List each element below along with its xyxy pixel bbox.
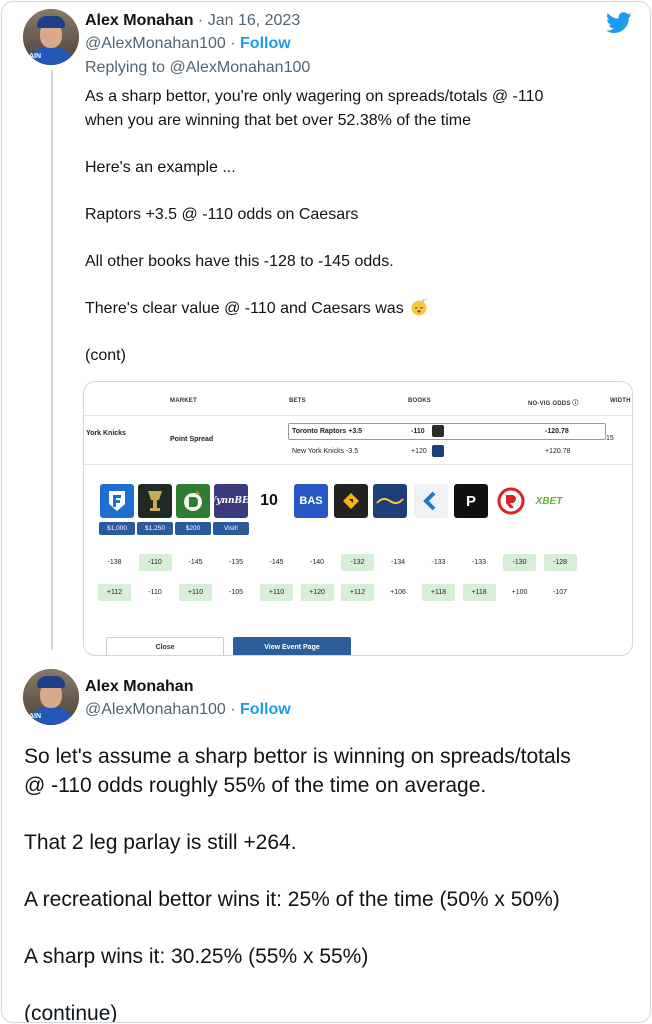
odds-cell[interactable]: -145	[260, 554, 293, 571]
odds-cell[interactable]: -133	[422, 554, 455, 571]
bonus-badge[interactable]: Visit!	[213, 522, 249, 535]
thread-connector-line	[51, 70, 53, 650]
tweet-paragraph: So let's assume a sharp bettor is winnin…	[24, 745, 571, 797]
author-handle[interactable]: @AlexMonahan100	[85, 35, 226, 52]
tweet-paragraph: That 2 leg parlay is still +264.	[24, 831, 297, 854]
bonus-badge[interactable]: $1,000	[99, 522, 135, 535]
header-books: BOOKS	[408, 398, 432, 404]
tweet-paragraph: (continue)	[24, 1002, 118, 1023]
sleeping-face-icon: z z	[411, 297, 427, 315]
author-avatar[interactable]: AIN	[23, 9, 79, 65]
close-button[interactable]: Close	[106, 637, 224, 655]
tweet-paragraph: Here's an example ...	[85, 158, 236, 176]
tweet-paragraph: A sharp wins it: 30.25% (55% x 55%)	[24, 945, 369, 968]
author-avatar[interactable]: AIN	[23, 669, 79, 725]
unibet-icon[interactable]	[414, 484, 448, 518]
odds-cell[interactable]: -138	[98, 554, 131, 571]
draftkings-icon[interactable]	[176, 484, 210, 518]
odds-cell[interactable]: -105	[220, 584, 253, 601]
caesars-mini-icon	[432, 425, 444, 437]
tweet-paragraph: Raptors +3.5 @ -110 odds on Caesars	[85, 205, 359, 223]
separator-dot: ·	[197, 12, 204, 29]
event-name: York Knicks	[86, 430, 126, 437]
betrivers-mini-icon	[432, 445, 444, 457]
bet-odds: +120	[411, 448, 427, 455]
view-event-page-button[interactable]: View Event Page	[233, 637, 351, 655]
tweet-paragraph-with-emoji: There's clear value @ -110 and Caesars w…	[85, 297, 645, 321]
odds-cell[interactable]: -133	[463, 554, 496, 571]
bet-odds: -110	[411, 428, 425, 435]
odds-cell[interactable]: -145	[179, 554, 212, 571]
fanduel-icon[interactable]	[100, 484, 134, 518]
odds-screenshot-card[interactable]: MARKET BETS BOOKS NO-VIG ODDS ⓘ WIDTH Yo…	[83, 381, 633, 656]
odds-cell[interactable]: -132	[341, 554, 374, 571]
odds-cell[interactable]: +112	[341, 584, 374, 601]
odds-cell[interactable]: +118	[422, 584, 455, 601]
bet-novig: -120.78	[545, 428, 569, 435]
header-bets: BETS	[289, 398, 306, 404]
odds-cell[interactable]: -110	[139, 584, 172, 601]
odds-cell[interactable]: -128	[543, 554, 577, 571]
width-value: 15	[606, 435, 614, 442]
bet-novig: +120.78	[545, 448, 571, 455]
replying-to[interactable]: Replying to @AlexMonahan100	[85, 58, 310, 78]
follow-button[interactable]: Follow	[240, 35, 291, 52]
author-handle-row: @AlexMonahan100 · Follow	[85, 699, 291, 721]
follow-button[interactable]: Follow	[240, 701, 291, 718]
separator-dot: ·	[230, 701, 236, 718]
odds-cell[interactable]: +106	[382, 584, 415, 601]
header-novig-odds: NO-VIG ODDS ⓘ	[528, 401, 579, 407]
pointsbet-10-icon[interactable]: 10	[252, 484, 286, 518]
header-divider	[84, 415, 632, 416]
author-handle[interactable]: @AlexMonahan100	[85, 701, 226, 718]
author-name[interactable]: Alex Monahan	[85, 12, 193, 29]
resorts-world-icon[interactable]	[494, 484, 528, 518]
odds-cell[interactable]: -107	[544, 584, 577, 601]
odds-cell[interactable]: -140	[301, 554, 334, 571]
betrivers-icon[interactable]	[373, 484, 407, 518]
bonus-badge[interactable]: $1,250	[137, 522, 173, 535]
tweet-thread: AIN Alex Monahan · Jan 16, 2023 @AlexMon…	[1, 1, 651, 1023]
bet-name: Toronto Raptors +3.5	[292, 428, 363, 435]
odds-cell[interactable]: -134	[382, 554, 415, 571]
market-type: Point Spread	[170, 436, 214, 443]
bet-divider	[84, 464, 632, 465]
separator-dot: ·	[230, 35, 236, 52]
xbet-icon[interactable]: XBET	[532, 484, 566, 518]
odds-cell[interactable]: -130	[503, 554, 536, 571]
odds-cell[interactable]: +120	[300, 584, 334, 601]
odds-cell[interactable]: -110	[138, 554, 172, 571]
odds-cell[interactable]: +100	[503, 584, 536, 601]
header-width: WIDTH	[610, 398, 631, 404]
odds-cell[interactable]: +118	[462, 584, 496, 601]
tweet-paragraph: (cont)	[85, 346, 126, 364]
bas-icon[interactable]: BAS	[294, 484, 328, 518]
tweet-paragraph: As a sharp bettor, you're only wagering …	[85, 88, 544, 129]
tweet-date[interactable]: Jan 16, 2023	[208, 12, 301, 29]
author-name[interactable]: Alex Monahan	[85, 676, 193, 698]
tweet-paragraph: A recreational bettor wins it: 25% of th…	[24, 888, 560, 911]
caesars-icon[interactable]	[138, 484, 172, 518]
odds-cell[interactable]: -135	[220, 554, 253, 571]
odds-cell[interactable]: +112	[98, 584, 131, 601]
odds-cell[interactable]: +110	[260, 584, 293, 601]
wynnbet-icon[interactable]: WynnBET	[214, 484, 248, 518]
tweet-paragraph-text: There's clear value @ -110 and Caesars w…	[85, 299, 404, 317]
tweet-body: So let's assume a sharp bettor is winnin…	[24, 742, 644, 1023]
header-market: MARKET	[170, 398, 197, 404]
odds-cell[interactable]: +110	[179, 584, 212, 601]
author-handle-row: @AlexMonahan100 · Follow	[85, 34, 291, 54]
betfair-icon[interactable]	[334, 484, 368, 518]
bet-name: New York Knicks -3.5	[292, 448, 359, 455]
bonus-badge[interactable]: $200	[175, 522, 211, 535]
tweet-body: As a sharp bettor, you're only wagering …	[85, 85, 645, 367]
svg-text:z: z	[425, 298, 427, 302]
twitter-bird-icon[interactable]	[606, 12, 632, 34]
tweet-paragraph: All other books have this -128 to -145 o…	[85, 252, 394, 270]
pointsbet-p-icon[interactable]: P	[454, 484, 488, 518]
tweet-header: Alex Monahan · Jan 16, 2023	[85, 11, 300, 31]
